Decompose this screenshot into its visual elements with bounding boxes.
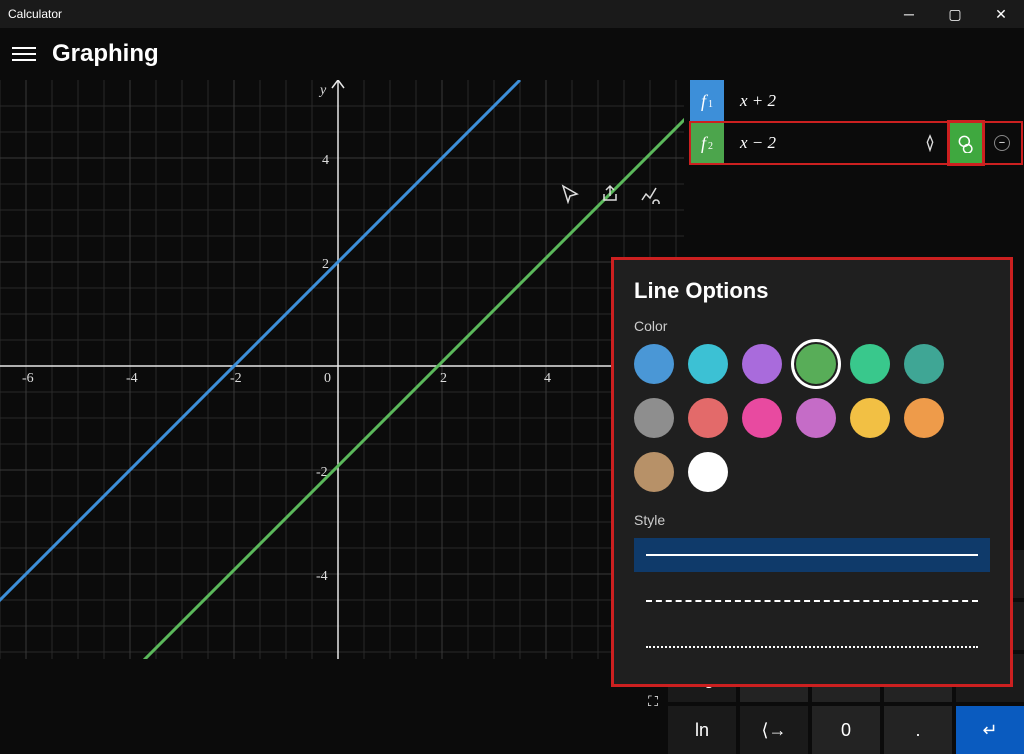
close-button[interactable]: ✕ xyxy=(978,0,1024,28)
function-row-1[interactable]: f1 x + 2 xyxy=(690,80,1022,122)
color-swatch-7[interactable] xyxy=(688,398,728,438)
share-icon[interactable] xyxy=(600,184,620,209)
svg-text:4: 4 xyxy=(322,153,329,168)
style-section-label: Style xyxy=(634,512,990,528)
color-section-label: Color xyxy=(634,318,990,334)
svg-text:-4: -4 xyxy=(126,371,138,386)
color-swatch-2[interactable] xyxy=(742,344,782,384)
mode-title: Graphing xyxy=(52,40,159,68)
window-controls: ─ ▢ ✕ xyxy=(886,0,1024,28)
color-swatch-11[interactable] xyxy=(904,398,944,438)
svg-text:0: 0 xyxy=(324,371,331,386)
color-swatch-12[interactable] xyxy=(634,452,674,492)
pointer-tool-icon[interactable] xyxy=(560,184,580,209)
graph-settings-icon[interactable] xyxy=(640,184,662,209)
maximize-button[interactable]: ▢ xyxy=(932,0,978,28)
color-swatch-8[interactable] xyxy=(742,398,782,438)
plot-f2 xyxy=(130,80,684,659)
color-swatch-9[interactable] xyxy=(796,398,836,438)
color-swatch-6[interactable] xyxy=(634,398,674,438)
svg-text:-2: -2 xyxy=(230,371,242,386)
style-dashed[interactable] xyxy=(634,584,990,618)
svg-text:-6: -6 xyxy=(22,371,34,386)
svg-text:4: 4 xyxy=(544,371,551,386)
titlebar: Calculator ─ ▢ ✕ xyxy=(0,0,1024,28)
color-swatch-5[interactable] xyxy=(904,344,944,384)
color-swatch-4[interactable] xyxy=(850,344,890,384)
line-options-title: Line Options xyxy=(634,278,990,304)
graph-toolbar xyxy=(550,178,672,215)
function-badge-1: f1 xyxy=(690,80,724,122)
minimize-button[interactable]: ─ xyxy=(886,0,932,28)
color-swatch-1[interactable] xyxy=(688,344,728,384)
graph-svg: -6 -4 -2 0 2 4 4 2 -2 -4 y xyxy=(0,80,684,659)
key-enter[interactable]: ↵ xyxy=(956,706,1024,754)
style-solid[interactable] xyxy=(634,538,990,572)
analyze-icon[interactable] xyxy=(914,123,946,163)
key-0[interactable]: 0 xyxy=(812,706,880,754)
style-list xyxy=(634,538,990,664)
color-swatch-13[interactable] xyxy=(688,452,728,492)
svg-text:y: y xyxy=(318,83,327,98)
key-dot[interactable]: . xyxy=(884,706,952,754)
key-shift[interactable]: ⟨→ xyxy=(740,706,808,754)
color-swatch-0[interactable] xyxy=(634,344,674,384)
color-swatch-10[interactable] xyxy=(850,398,890,438)
function-row-2[interactable]: f2 x − 2 − xyxy=(690,122,1022,164)
svg-text:-4: -4 xyxy=(316,569,328,584)
svg-text:2: 2 xyxy=(322,257,329,272)
function-panel: f1 x + 2 f2 x − 2 − xyxy=(690,80,1022,164)
remove-icon[interactable]: − xyxy=(986,123,1018,163)
key-ln[interactable]: ln xyxy=(668,706,736,754)
svg-text:2: 2 xyxy=(440,371,447,386)
color-swatches xyxy=(634,344,990,492)
app-header: Graphing xyxy=(0,28,1024,80)
line-options-panel: Line Options Color Style xyxy=(614,260,1010,684)
graph-canvas[interactable]: -6 -4 -2 0 2 4 4 2 -2 -4 y xyxy=(0,80,684,659)
color-swatch-3[interactable] xyxy=(796,344,836,384)
line-style-icon[interactable] xyxy=(950,123,982,163)
function-badge-2: f2 xyxy=(690,122,724,164)
function-expr-2[interactable]: x − 2 xyxy=(730,133,908,153)
trace-button[interactable]: ⛶ xyxy=(638,686,668,716)
hamburger-menu-icon[interactable] xyxy=(12,47,36,61)
app-title: Calculator xyxy=(8,7,62,21)
function-expr-1[interactable]: x + 2 xyxy=(730,91,1018,111)
